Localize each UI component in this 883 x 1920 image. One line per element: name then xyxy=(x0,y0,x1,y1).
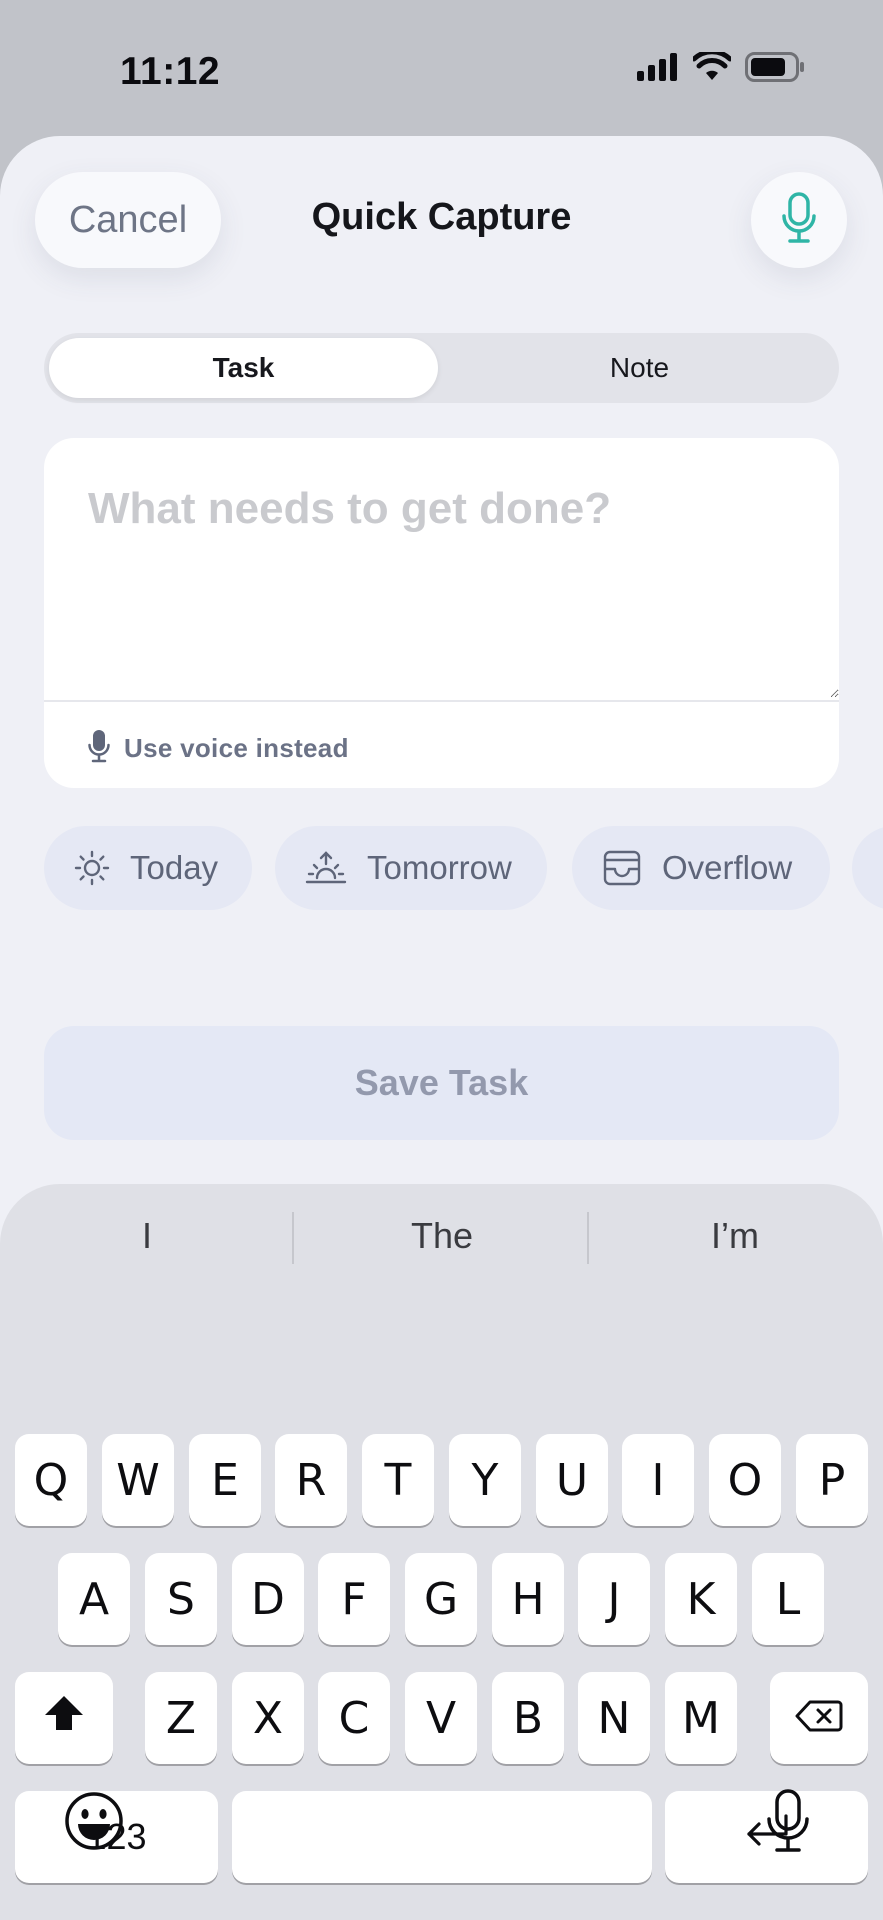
key-l[interactable]: L xyxy=(752,1553,824,1645)
card-divider xyxy=(44,700,839,702)
key-y[interactable]: Y xyxy=(449,1434,521,1526)
chip-more[interactable] xyxy=(852,826,883,910)
status-icons xyxy=(637,49,805,87)
key-q[interactable]: Q xyxy=(15,1434,87,1526)
chip-overflow[interactable]: Overflow xyxy=(572,826,830,910)
prediction-3[interactable]: I’m xyxy=(590,1184,880,1288)
key-a[interactable]: A xyxy=(58,1553,130,1645)
task-input-card: Use voice instead xyxy=(44,438,839,788)
task-text-input[interactable] xyxy=(44,438,839,698)
key-j[interactable]: J xyxy=(578,1553,650,1645)
space-key[interactable] xyxy=(232,1791,652,1883)
wifi-icon xyxy=(691,49,733,87)
shift-key[interactable] xyxy=(15,1672,113,1764)
prediction-divider xyxy=(292,1212,294,1264)
chip-today[interactable]: Today xyxy=(44,826,252,910)
emoji-key[interactable] xyxy=(62,1791,126,1855)
sunrise-icon xyxy=(305,850,347,886)
shift-icon xyxy=(42,1693,86,1744)
key-z[interactable]: Z xyxy=(145,1672,217,1764)
small-microphone-icon xyxy=(88,729,110,768)
tab-task[interactable]: Task xyxy=(49,338,438,398)
voice-capture-button[interactable] xyxy=(751,172,847,268)
status-time: 11:12 xyxy=(120,50,221,93)
status-bar: 11:12 xyxy=(0,0,883,136)
key-m[interactable]: M xyxy=(665,1672,737,1764)
key-k[interactable]: K xyxy=(665,1553,737,1645)
key-r[interactable]: R xyxy=(275,1434,347,1526)
key-u[interactable]: U xyxy=(536,1434,608,1526)
key-i[interactable]: I xyxy=(622,1434,694,1526)
chip-tomorrow[interactable]: Tomorrow xyxy=(275,826,547,910)
key-n[interactable]: N xyxy=(578,1672,650,1764)
delete-icon xyxy=(794,1693,844,1744)
key-o[interactable]: O xyxy=(709,1434,781,1526)
quick-capture-sheet: Cancel Quick Capture Task Note What need… xyxy=(0,136,883,1920)
key-w[interactable]: W xyxy=(102,1434,174,1526)
inbox-icon xyxy=(602,849,642,887)
use-voice-label: Use voice instead xyxy=(124,732,349,763)
key-d[interactable]: D xyxy=(232,1553,304,1645)
key-e[interactable]: E xyxy=(189,1434,261,1526)
chip-overflow-label: Overflow xyxy=(662,849,793,886)
microphone-icon xyxy=(782,191,816,249)
key-p[interactable]: P xyxy=(796,1434,868,1526)
cellular-signal-icon xyxy=(637,53,679,86)
dictation-icon xyxy=(766,1788,810,1859)
key-h[interactable]: H xyxy=(492,1553,564,1645)
key-b[interactable]: B xyxy=(492,1672,564,1764)
chip-tomorrow-label: Tomorrow xyxy=(367,849,512,886)
use-voice-link[interactable]: Use voice instead xyxy=(88,728,349,768)
key-c[interactable]: C xyxy=(318,1672,390,1764)
chip-today-label: Today xyxy=(130,849,219,886)
key-g[interactable]: G xyxy=(405,1553,477,1645)
battery-icon xyxy=(745,52,805,87)
prediction-2[interactable]: The xyxy=(297,1184,587,1288)
key-x[interactable]: X xyxy=(232,1672,304,1764)
sun-icon xyxy=(74,850,110,886)
key-v[interactable]: V xyxy=(405,1672,477,1764)
type-segmented-control: Task Note xyxy=(44,333,839,403)
key-s[interactable]: S xyxy=(145,1553,217,1645)
key-f[interactable]: F xyxy=(318,1553,390,1645)
prediction-1[interactable]: I xyxy=(2,1184,292,1288)
tab-note[interactable]: Note xyxy=(445,338,834,398)
delete-key[interactable] xyxy=(770,1672,868,1764)
on-screen-keyboard: I The I’m Q W E R T Y U I O P A S D F G … xyxy=(0,1184,883,1920)
key-t[interactable]: T xyxy=(362,1434,434,1526)
predictive-text-bar: I The I’m xyxy=(0,1184,883,1288)
quick-date-chips: Today Tomorrow Overflow xyxy=(44,826,883,912)
emoji-icon xyxy=(63,1790,125,1857)
dictation-key[interactable] xyxy=(756,1787,820,1859)
prediction-divider xyxy=(587,1212,589,1264)
save-task-button[interactable]: Save Task xyxy=(44,1026,839,1140)
